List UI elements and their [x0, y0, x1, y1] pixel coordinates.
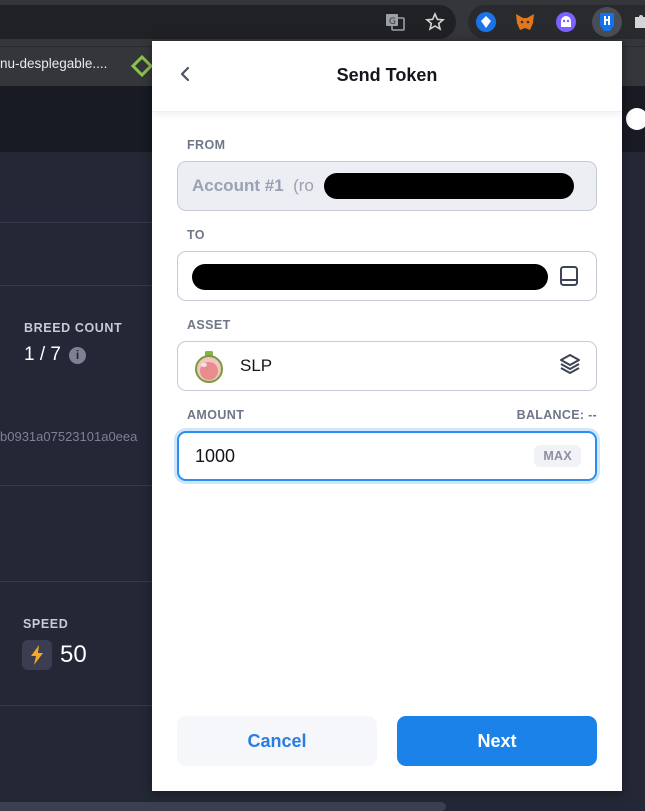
asset-symbol: SLP: [240, 356, 273, 375]
speed-value: 50: [60, 641, 87, 668]
balance-text: BALANCE: --: [516, 408, 597, 422]
to-label: TO: [187, 228, 205, 242]
speed-stat: 50: [22, 640, 87, 670]
popup-header: Send Token: [152, 41, 622, 112]
redaction-bar: [324, 173, 574, 199]
slp-potion-icon: [192, 349, 226, 383]
lightning-icon: [22, 640, 52, 670]
amount-field[interactable]: MAX: [177, 431, 597, 481]
amount-input[interactable]: [193, 444, 535, 468]
ronin-wallet-icon[interactable]: [592, 7, 622, 37]
redaction-bar: [192, 264, 548, 290]
max-button[interactable]: MAX: [534, 445, 581, 467]
breed-count-label: BREED COUNT: [24, 321, 123, 335]
send-token-popup: Send Token FROM Account #1 (ro TO ASSET …: [152, 41, 622, 791]
divider: [0, 581, 152, 582]
metamask-fox-icon[interactable]: [512, 9, 538, 35]
speed-label: SPEED: [23, 617, 69, 631]
from-account-name: Account #1: [192, 176, 284, 195]
popup-title: Send Token: [336, 65, 438, 85]
from-field: Account #1 (ro: [177, 161, 597, 211]
from-account-suffix: (ro: [293, 176, 314, 195]
layers-icon[interactable]: [558, 352, 582, 381]
asset-selector[interactable]: SLP: [177, 341, 597, 391]
next-button[interactable]: Next: [397, 716, 597, 766]
asset-label: ASSET: [187, 318, 231, 332]
divider: [0, 285, 152, 286]
ghost-icon[interactable]: [553, 9, 579, 35]
amount-label: AMOUNT: [187, 408, 245, 422]
info-icon[interactable]: i: [68, 346, 86, 364]
from-label: FROM: [187, 138, 226, 152]
to-address-field[interactable]: [177, 251, 597, 301]
puzzle-icon[interactable]: [628, 9, 645, 35]
breed-count-text: 1 / 7: [24, 344, 61, 365]
browser-toolbar: G: [0, 0, 645, 46]
axie-id-hash: b0931a07523101a0eea: [0, 429, 138, 444]
from-account-text: Account #1 (ro: [192, 176, 314, 196]
bookmark-item-label[interactable]: nu-desplegable....: [0, 56, 107, 71]
svg-text:G: G: [389, 17, 396, 27]
horizontal-scrollbar[interactable]: [0, 802, 446, 811]
address-book-icon[interactable]: [558, 265, 580, 292]
cancel-button[interactable]: Cancel: [177, 716, 377, 766]
bookmark-diamond-icon[interactable]: [130, 54, 154, 78]
divider: [0, 222, 152, 223]
star-icon[interactable]: [422, 9, 448, 35]
user-icon[interactable]: [626, 108, 645, 130]
breed-count-value: 1 / 7 i: [24, 344, 86, 366]
translate-icon[interactable]: G: [382, 9, 408, 35]
divider: [0, 705, 152, 706]
divider: [0, 485, 152, 486]
extension-icon[interactable]: [473, 9, 499, 35]
